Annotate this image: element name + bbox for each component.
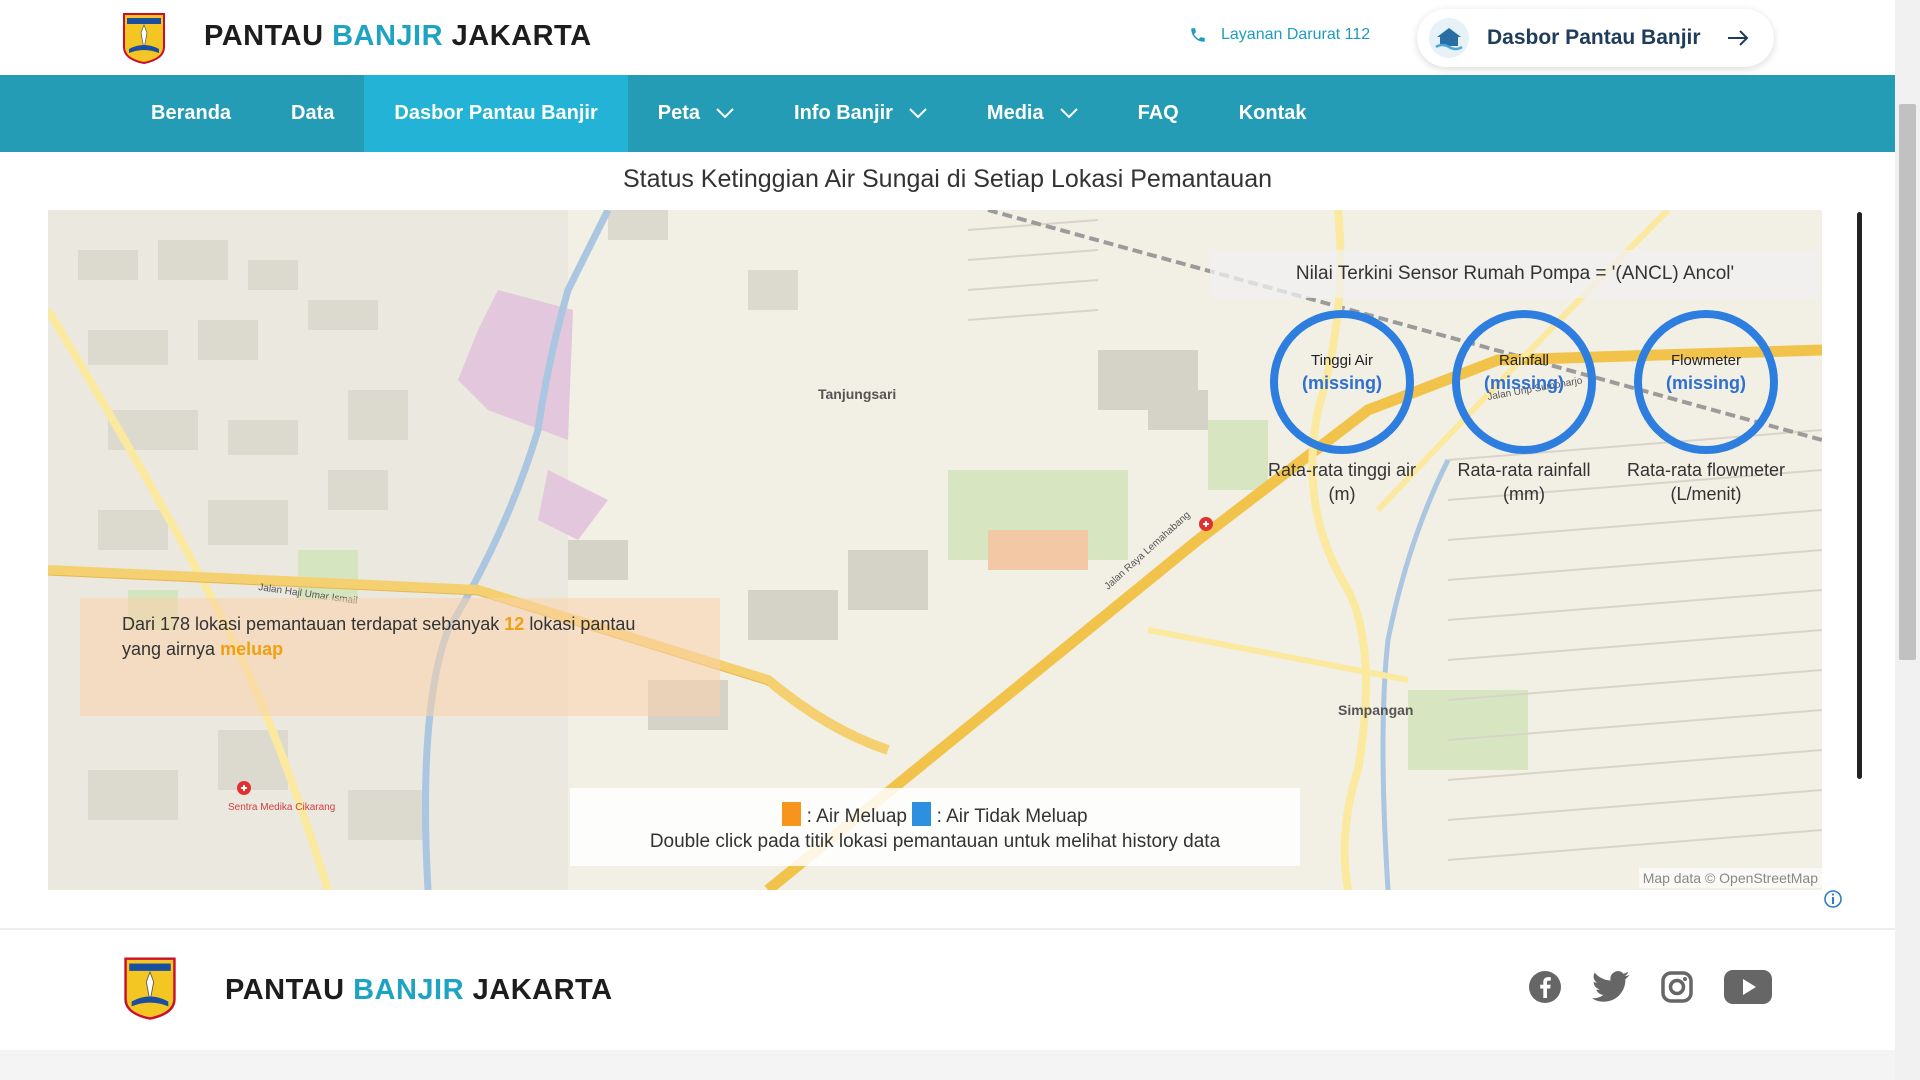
gauge-caption-flowmeter: Rata-rata flowmeter (L/menit) (1606, 458, 1806, 506)
flood-map[interactable]: Tanjungsari Simpangan Sentra Medika Cika… (48, 210, 1822, 890)
map-legend: : Air Meluap : Air Tidak Meluap Double c… (570, 788, 1300, 866)
legend-normal-label: : Air Tidak Meluap (936, 806, 1088, 827)
page-title: Status Ketinggian Air Sungai di Setiap L… (622, 165, 1273, 193)
youtube-icon[interactable] (1724, 970, 1772, 1004)
legend-row: : Air Meluap : Air Tidak Meluap (570, 802, 1300, 829)
emergency-label: Layanan Darurat 112 (1221, 26, 1371, 43)
gauge-rainfall[interactable]: Rainfall (missing) (1452, 310, 1596, 454)
phone-icon (1191, 28, 1205, 42)
nav-item-data[interactable]: Data (261, 75, 364, 152)
gauge-tinggi-air[interactable]: Tinggi Air (missing) (1270, 310, 1414, 454)
nav-label: Dasbor Pantau Banjir (394, 102, 598, 124)
chevron-down-icon (1059, 108, 1078, 119)
facebook-icon[interactable] (1528, 970, 1562, 1004)
dashboard-icon (1429, 18, 1469, 58)
nav-label: Info Banjir (794, 102, 893, 124)
dashboard-button-label: Dasbor Pantau Banjir (1487, 26, 1701, 49)
brand-part1: PANTAU (204, 20, 324, 52)
nav-label: Peta (657, 102, 701, 124)
twitter-icon[interactable] (1592, 971, 1630, 1003)
legend-overflow-label: : Air Meluap (806, 806, 907, 827)
legend-overflow-swatch (782, 802, 802, 826)
dashboard-button[interactable]: Dasbor Pantau Banjir (1417, 9, 1774, 67)
nav-item-media[interactable]: Media (957, 75, 1108, 152)
legend-normal-swatch (912, 802, 932, 826)
nav-label: Data (291, 102, 335, 124)
gauge-name: Tinggi Air (1311, 352, 1373, 369)
brand-part2: BANJIR (332, 20, 444, 52)
flood-summary: Dari 178 lokasi pemantauan terdapat seba… (80, 598, 720, 716)
site-brand[interactable]: PANTAU BANJIR JAKARTA (204, 20, 592, 53)
nav-label: Beranda (151, 102, 232, 124)
scrollbar-thumb[interactable] (1899, 104, 1916, 660)
brand-part3: JAKARTA (451, 20, 592, 52)
gauge-caption-line: Rata-rata tinggi air (1267, 460, 1417, 480)
gauge-flowmeter[interactable]: Flowmeter (missing) (1634, 310, 1778, 454)
info-icon[interactable] (1822, 888, 1844, 910)
summary-count: 12 (504, 614, 525, 634)
map-attribution[interactable]: Map data © OpenStreetMap (1638, 868, 1822, 888)
legend-hint: Double click pada titik lokasi pemantaua… (649, 831, 1221, 852)
jakarta-logo[interactable] (121, 11, 167, 65)
chevron-down-icon (716, 108, 734, 119)
map-label-simpangan: Simpangan (1338, 702, 1413, 718)
nav-item-info-banjir[interactable]: Info Banjir (764, 75, 957, 152)
gauge-name: Rainfall (1498, 352, 1550, 369)
nav-label: Media (986, 102, 1044, 124)
gauge-caption-unit: (L/menit) (1670, 484, 1742, 504)
map-label-tanjungsari: Tanjungsari (818, 386, 896, 402)
nav-item-peta[interactable]: Peta (628, 75, 764, 152)
top-header: PANTAU BANJIR JAKARTA Layanan Darurat 11… (0, 0, 1895, 75)
main-nav: Beranda Data Dasbor Pantau Banjir Peta I… (0, 75, 1895, 152)
window-scrollbar[interactable] (1895, 0, 1920, 1080)
footer: PANTAU BANJIR JAKARTA (0, 930, 1895, 1050)
gauge-caption-unit: (m) (1328, 484, 1356, 504)
nav-item-faq[interactable]: FAQ (1108, 75, 1209, 152)
chevron-down-icon (909, 108, 927, 119)
gauge-caption-rainfall: Rata-rata rainfall (mm) (1424, 458, 1624, 506)
sensor-title: Nilai Terkini Sensor Rumah Pompa = '(ANC… (1210, 250, 1820, 298)
gauge-caption-unit: (mm) (1503, 484, 1545, 504)
nav-label: Kontak (1238, 102, 1307, 124)
summary-prefix: Dari 178 lokasi pemantauan terdapat seba… (122, 614, 500, 634)
nav-label: FAQ (1137, 102, 1179, 124)
jakarta-logo[interactable] (121, 955, 179, 1021)
nav-item-beranda[interactable]: Beranda (121, 75, 261, 152)
nav-item-dasbor[interactable]: Dasbor Pantau Banjir (364, 75, 628, 152)
nav-item-kontak[interactable]: Kontak (1209, 75, 1337, 152)
gauge-caption-line: Rata-rata flowmeter (1626, 460, 1786, 480)
gauge-caption-line: Rata-rata rainfall (1457, 460, 1591, 480)
gauge-value: (missing) (1665, 373, 1746, 393)
arrow-right-icon (1727, 30, 1748, 46)
footer-brand[interactable]: PANTAU BANJIR JAKARTA (225, 974, 613, 1007)
gauge-value: (missing) (1483, 373, 1564, 393)
brand-part3: JAKARTA (472, 974, 613, 1006)
map-scroll-indicator[interactable] (1857, 212, 1862, 779)
summary-status: meluap (220, 639, 284, 659)
social-links (1528, 970, 1772, 1004)
gauge-value: (missing) (1301, 373, 1382, 393)
gauge-name: Flowmeter (1670, 352, 1741, 369)
bottom-band (0, 1050, 1895, 1080)
brand-part2: BANJIR (353, 974, 465, 1006)
page: PANTAU BANJIR JAKARTA Layanan Darurat 11… (0, 0, 1895, 1080)
gauge-caption-tinggi-air: Rata-rata tinggi air (m) (1242, 458, 1442, 506)
brand-part1: PANTAU (225, 974, 345, 1006)
emergency-link[interactable]: Layanan Darurat 112 (1189, 26, 1370, 44)
instagram-icon[interactable] (1660, 970, 1694, 1004)
map-label-hospital: Sentra Medika Cikarang (228, 802, 335, 813)
